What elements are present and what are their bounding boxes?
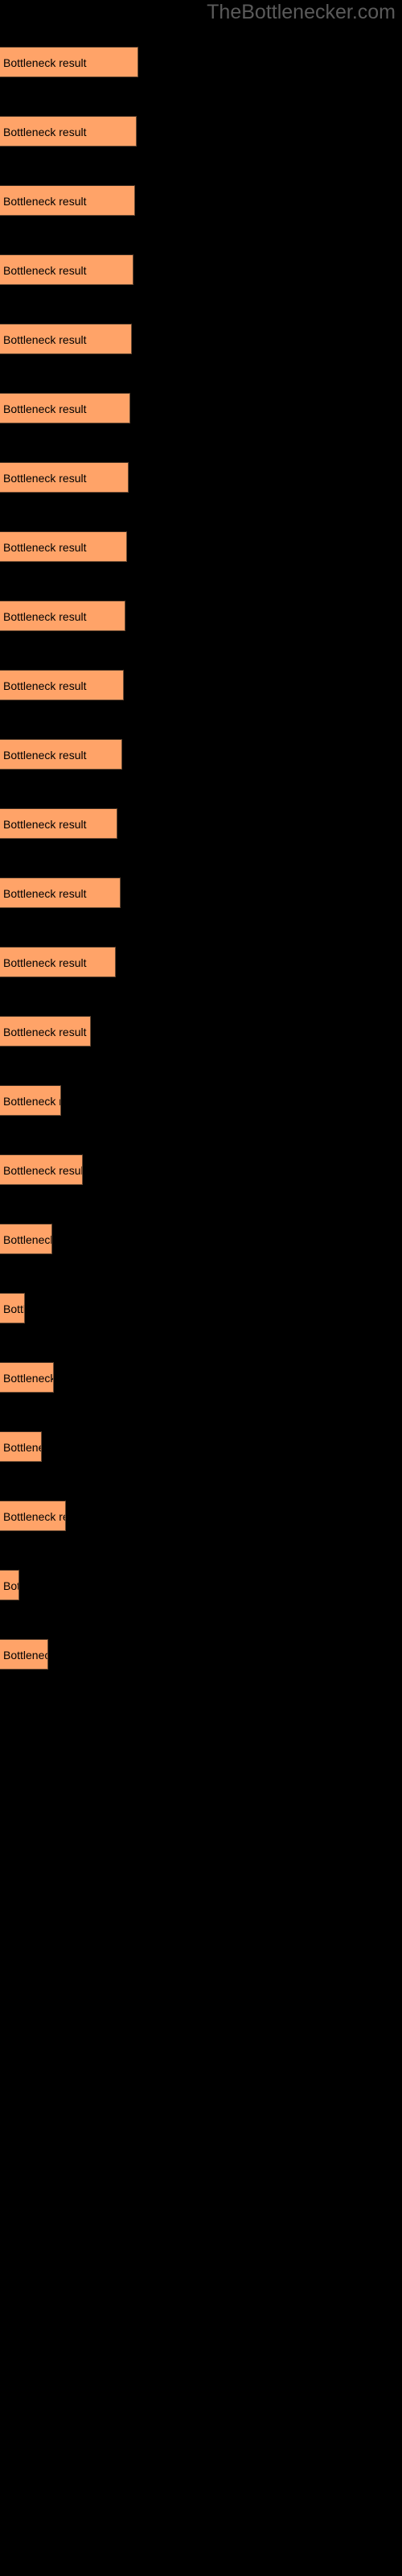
bar-label: Bottleneck result bbox=[3, 956, 87, 969]
bar[interactable]: Bottleneck result bbox=[0, 877, 121, 908]
bar[interactable]: Bottleneck result bbox=[0, 324, 132, 354]
bar-label: Bottleneck result bbox=[3, 472, 87, 485]
bar-row[interactable]: Bottleneck result bbox=[0, 1639, 48, 1670]
bar[interactable]: Bottleneck result bbox=[0, 1016, 91, 1046]
bar[interactable]: Bottleneck result bbox=[0, 1501, 66, 1531]
bar-row[interactable]: Bottleneck result bbox=[0, 185, 135, 216]
bar-label: Bottleneck result bbox=[3, 264, 87, 277]
bar-row[interactable]: Bottleneck result bbox=[0, 1293, 25, 1323]
bar[interactable]: Bottleneck result bbox=[0, 393, 130, 423]
bar-label: Bottleneck result bbox=[3, 126, 87, 138]
bar-row[interactable]: Bottleneck result bbox=[0, 531, 127, 562]
bar[interactable]: Bottleneck result bbox=[0, 254, 133, 285]
bar[interactable]: Bottleneck result bbox=[0, 531, 127, 562]
bar-row[interactable]: Bottleneck result bbox=[0, 462, 129, 493]
bar-label: Bottleneck result bbox=[3, 1095, 60, 1108]
bar-row[interactable]: Bottleneck result bbox=[0, 601, 125, 631]
bar[interactable]: Bottleneck result bbox=[0, 1431, 42, 1462]
bar-label: Bottleneck result bbox=[3, 1579, 18, 1592]
bar[interactable]: Bottleneck result bbox=[0, 1154, 83, 1185]
bar-label: Bottleneck result bbox=[3, 541, 87, 554]
bar-row[interactable]: Bottleneck result bbox=[0, 877, 121, 908]
bottleneck-bar-chart: Bottleneck result Bottleneck result Bottle… bbox=[0, 0, 402, 2576]
bar[interactable]: Bottleneck result bbox=[0, 1362, 54, 1393]
bar-label: Bottleneck result bbox=[3, 610, 87, 623]
bar-label: Bottleneck result bbox=[3, 333, 87, 346]
bar-label: Bottleneck result bbox=[3, 1302, 25, 1315]
bar-label: Bottleneck result bbox=[3, 1372, 54, 1385]
bar-label: Bottleneck result bbox=[3, 402, 87, 415]
bar[interactable]: Bottleneck result bbox=[0, 670, 124, 700]
bar[interactable]: Bottleneck result bbox=[0, 1293, 25, 1323]
bar[interactable]: Bottleneck result bbox=[0, 808, 117, 839]
bar-row[interactable]: Bottleneck result bbox=[0, 808, 117, 839]
bar-row[interactable]: Bottleneck result bbox=[0, 1154, 83, 1185]
bar-row[interactable]: Bottleneck result bbox=[0, 739, 122, 770]
bar-row[interactable]: Bottleneck result bbox=[0, 1224, 52, 1254]
bar-row[interactable]: Bottleneck result bbox=[0, 947, 116, 977]
bar[interactable]: Bottleneck result bbox=[0, 47, 138, 77]
bar[interactable]: Bottleneck result bbox=[0, 1224, 52, 1254]
bar-label: Bottleneck result bbox=[3, 679, 87, 692]
bar-row[interactable]: Bottleneck result bbox=[0, 47, 138, 77]
bar-label: Bottleneck result bbox=[3, 818, 87, 831]
bar[interactable]: Bottleneck result bbox=[0, 739, 122, 770]
bar-label: Bottleneck result bbox=[3, 1233, 52, 1246]
bar[interactable]: Bottleneck result bbox=[0, 1639, 48, 1670]
bar-row[interactable]: Bottleneck result bbox=[0, 393, 130, 423]
bar-label: Bottleneck result bbox=[3, 195, 87, 208]
bar[interactable]: Bottleneck result bbox=[0, 1570, 19, 1600]
bar-row[interactable]: Bottleneck result bbox=[0, 1501, 66, 1531]
bar[interactable]: Bottleneck result bbox=[0, 462, 129, 493]
bar[interactable]: Bottleneck result bbox=[0, 185, 135, 216]
bar-label: Bottleneck result bbox=[3, 1026, 87, 1038]
bar-label: Bottleneck result bbox=[3, 749, 87, 762]
bar-label: Bottleneck result bbox=[3, 1649, 47, 1662]
bar-label: Bottleneck result bbox=[3, 887, 87, 900]
bar-label: Bottleneck result bbox=[3, 1510, 65, 1523]
bar-row[interactable]: Bottleneck result bbox=[0, 1016, 91, 1046]
bar-row[interactable]: Bottleneck result bbox=[0, 116, 137, 147]
bar-row[interactable]: Bottleneck result bbox=[0, 1570, 19, 1600]
bar-label: Bottleneck result bbox=[3, 1441, 41, 1454]
bar[interactable]: Bottleneck result bbox=[0, 1085, 61, 1116]
bar-row[interactable]: Bottleneck result bbox=[0, 1431, 42, 1462]
bar[interactable]: Bottleneck result bbox=[0, 116, 137, 147]
bar-row[interactable]: Bottleneck result bbox=[0, 254, 133, 285]
bar[interactable]: Bottleneck result bbox=[0, 601, 125, 631]
bar[interactable]: Bottleneck result bbox=[0, 947, 116, 977]
bar-row[interactable]: Bottleneck result bbox=[0, 1085, 61, 1116]
bar-label: Bottleneck result bbox=[3, 56, 87, 69]
bar-row[interactable]: Bottleneck result bbox=[0, 1362, 54, 1393]
bar-row[interactable]: Bottleneck result bbox=[0, 670, 124, 700]
bar-row[interactable]: Bottleneck result bbox=[0, 324, 132, 354]
bar-label: Bottleneck result bbox=[3, 1164, 83, 1177]
